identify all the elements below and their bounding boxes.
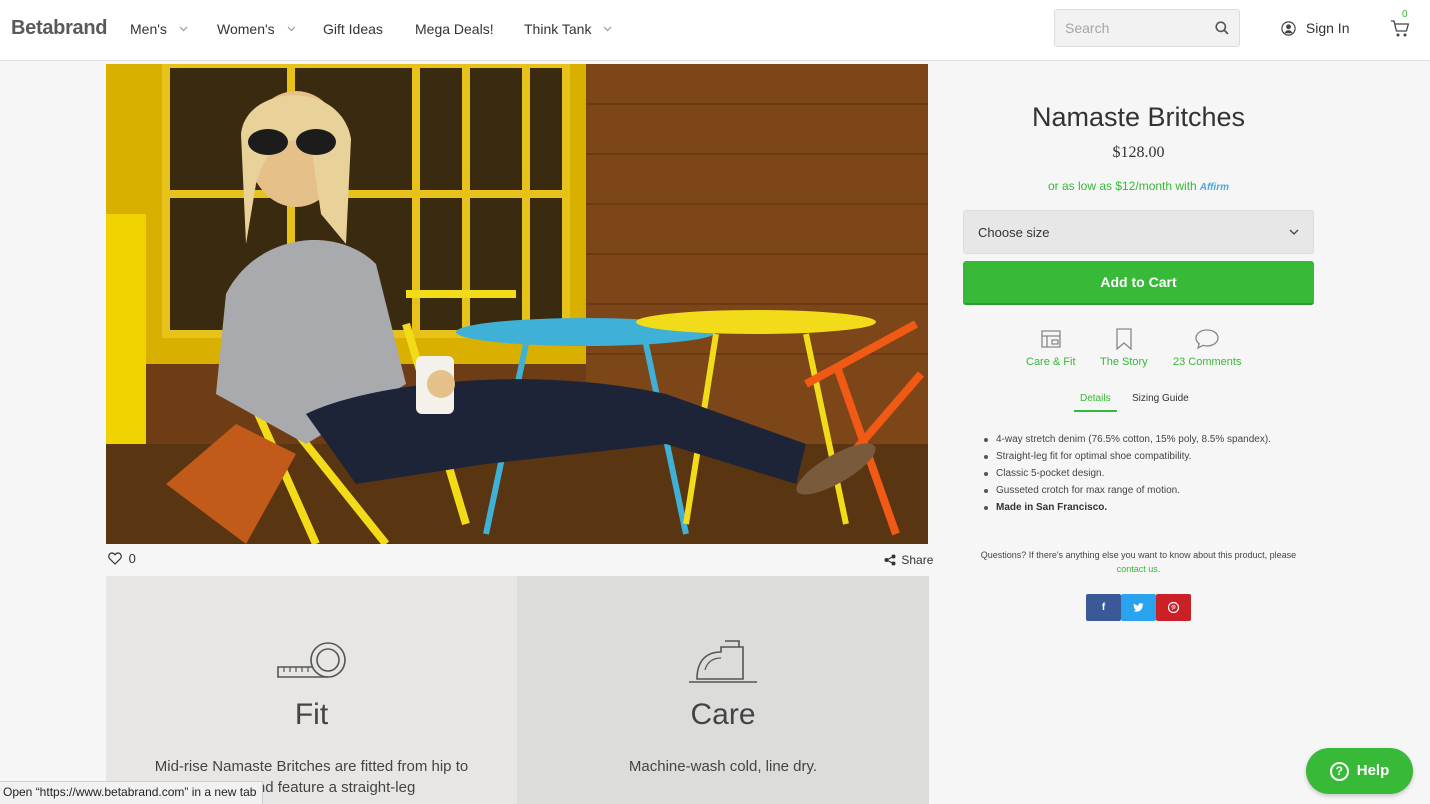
nav-item-label: Gift Ideas [323, 21, 383, 37]
nav-item-womens[interactable]: Women's [217, 21, 296, 37]
product-hero-image[interactable] [106, 64, 928, 544]
heart-icon [108, 552, 122, 565]
feature-list: 4-way stretch denim (76.5% cotton, 15% p… [982, 431, 1302, 516]
help-button[interactable]: ? Help [1306, 748, 1413, 794]
like-counter[interactable]: 0 [108, 551, 136, 566]
comment-icon [1195, 329, 1219, 350]
tab-details[interactable]: Details [1074, 393, 1117, 412]
care-fit-link[interactable]: Care & Fit [1026, 328, 1076, 368]
nav-item-think-tank[interactable]: Think Tank [524, 21, 612, 37]
product-photo [106, 64, 928, 544]
browser-status-bar: Open “https://www.betabrand.com” in a ne… [0, 781, 264, 804]
size-select[interactable]: Choose size [963, 210, 1314, 254]
questions-note: Questions? If there's anything else you … [955, 548, 1322, 576]
care-title: Care [690, 698, 756, 731]
size-select-value: Choose size [978, 225, 1050, 240]
brand-logo[interactable]: Betabrand [11, 17, 108, 40]
iron-icon [689, 640, 757, 683]
facebook-icon: f [1101, 602, 1106, 613]
fit-card: Fit Mid-rise Namaste Britches are fitted… [106, 576, 517, 804]
tab-sizing-guide[interactable]: Sizing Guide [1132, 393, 1189, 404]
questions-text: Questions? If there's anything else you … [980, 550, 1297, 560]
top-nav-bar: Betabrand Men's Women's Gift Ideas Mega … [0, 0, 1430, 61]
comments-link[interactable]: 23 Comments [1173, 328, 1241, 368]
care-card: Care Machine-wash cold, line dry. [517, 576, 929, 804]
list-item: 4-way stretch denim (76.5% cotton, 15% p… [982, 431, 1302, 448]
fit-title: Fit [294, 698, 329, 731]
sign-in-link[interactable]: Sign In [1281, 20, 1349, 36]
share-icon [884, 554, 896, 566]
help-icon: ? [1329, 761, 1349, 781]
user-icon [1281, 21, 1296, 36]
share-label: Share [901, 553, 934, 567]
chevron-down-icon [287, 26, 295, 32]
search-icon[interactable] [1215, 21, 1229, 35]
chevron-down-icon [1289, 229, 1299, 235]
affirm-logo: Affirm [1199, 182, 1229, 193]
help-label: Help [1356, 761, 1390, 779]
tape-measure-icon [277, 642, 346, 678]
sewing-machine-icon [1041, 330, 1061, 348]
list-item: Classic 5-pocket design. [982, 465, 1302, 482]
the-story-link[interactable]: The Story [1100, 328, 1148, 368]
chevron-down-icon [179, 26, 188, 32]
twitter-icon [1133, 603, 1144, 612]
bookmark-icon [1116, 328, 1132, 350]
nav-item-label: Women's [217, 21, 275, 37]
list-item: Made in San Francisco. [982, 499, 1302, 516]
contact-us-link[interactable]: contact us. [1117, 564, 1161, 574]
cart-icon[interactable] [1390, 19, 1410, 38]
nav-item-label: Think Tank [524, 21, 592, 37]
nav-item-mega-deals[interactable]: Mega Deals! [415, 21, 494, 37]
facebook-share-button[interactable]: f [1086, 594, 1121, 621]
financing-text: or as low as $12/month with [1047, 179, 1197, 193]
chevron-down-icon [603, 26, 612, 32]
list-item: Gusseted crotch for max range of motion. [982, 482, 1302, 499]
care-description: Machine-wash cold, line dry. [628, 758, 818, 775]
list-item: Straight-leg fit for optimal shoe compat… [982, 448, 1302, 465]
product-price: $128.00 [1112, 144, 1165, 161]
financing-link[interactable]: or as low as $12/month with Affirm [963, 179, 1314, 193]
the-story-label: The Story [1100, 356, 1148, 368]
pinterest-icon [1168, 602, 1179, 613]
sign-in-label: Sign In [1305, 20, 1350, 36]
nav-item-label: Men's [130, 21, 167, 37]
nav-item-label: Mega Deals! [415, 21, 494, 37]
search-box [1054, 9, 1240, 47]
care-fit-label: Care & Fit [1026, 356, 1076, 368]
nav-item-mens[interactable]: Men's [130, 21, 188, 37]
add-to-cart-button[interactable]: Add to Cart [963, 261, 1314, 305]
product-title: Namaste Britches [1031, 102, 1246, 132]
search-input[interactable] [1055, 10, 1205, 46]
twitter-share-button[interactable] [1121, 594, 1156, 621]
comments-label: 23 Comments [1173, 356, 1242, 368]
like-count: 0 [128, 551, 136, 566]
pinterest-share-button[interactable] [1156, 594, 1191, 621]
share-button[interactable]: Share [884, 553, 933, 567]
nav-item-gift-ideas[interactable]: Gift Ideas [323, 21, 383, 37]
